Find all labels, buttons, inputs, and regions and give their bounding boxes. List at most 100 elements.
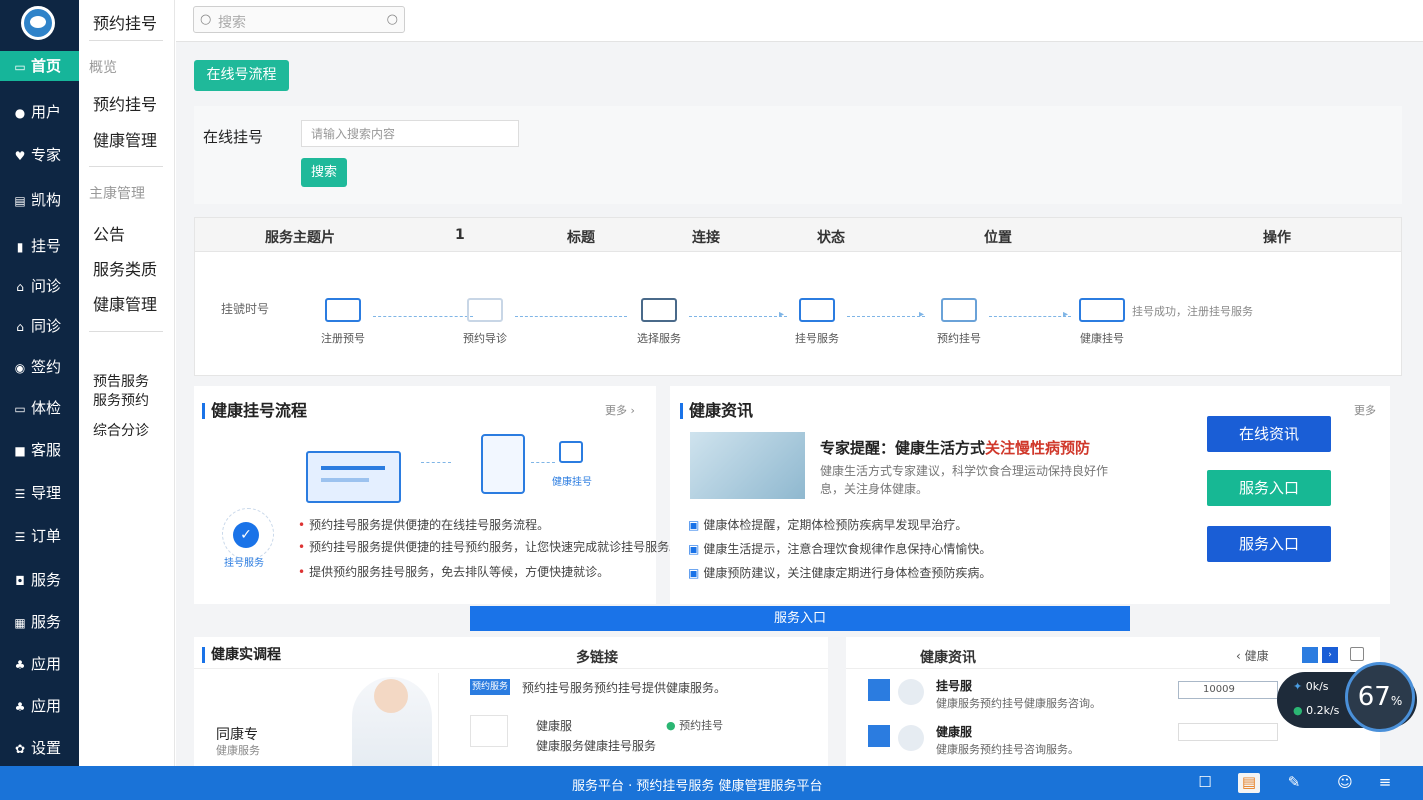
health-news-panel: 健康资讯 更多 专家提醒：健康生活方式关注慢性病预防 健康生活方式专家建议，科学… [670,386,1390,604]
column-title: 多链接 [576,650,618,666]
flow-step: 健康挂号 [1072,298,1132,346]
subnav-item-health-mgmt[interactable]: 健康管理 [93,127,157,151]
next-icon[interactable]: › [1322,647,1338,663]
footer-bar: 服务平台 · 预约挂号服务 健康管理服务平台 ☐ ▤ ✎ ☺ ≡ [0,766,1423,800]
refresh-icon[interactable] [1350,647,1364,661]
sidebar-item-home[interactable]: ▭ 首页 [0,51,79,81]
screen-icon [1079,298,1125,322]
subnav-item-appointment[interactable]: 预约挂号 [93,91,157,115]
sidebar-item-apps-2[interactable]: ♣ 应用 [0,691,79,721]
upload-value: 0k/s [1305,680,1329,693]
chat-icon[interactable]: ☐ [1194,773,1216,793]
app-icon[interactable]: ▤ [1238,773,1260,793]
sidebar-item-orders[interactable]: ☰ 订单 [0,521,79,551]
sidebar-item-institutions[interactable]: ▤ 凯构 [0,185,79,215]
card-icon: ▭ [14,402,26,416]
list-item: ▣ 健康生活提示，注意合理饮食规律作息保持心情愉快。 [688,542,992,556]
service-banner[interactable]: 服务入口 [470,606,1130,631]
more-link[interactable]: 更多 [1354,402,1376,418]
sidebar-item-users[interactable]: ● 用户 [0,97,79,127]
sidebar-item-services[interactable]: ◘ 服务 [0,565,79,595]
value-field-2[interactable] [1178,723,1278,741]
step-label: 预约挂号 [937,332,981,345]
sidebar-item-experts[interactable]: ♥ 专家 [0,140,79,170]
grid-icon[interactable] [1302,647,1318,663]
list-item: • 提供预约服务挂号服务，免去排队等候，方便快捷就诊。 [298,565,610,579]
flow-button[interactable]: 在线号流程 [194,60,289,91]
subnav-item-triage[interactable]: 综合分诊 [93,420,149,440]
gauge-value: 67 [1357,682,1391,712]
chart-icon: ▮ [16,240,24,254]
upload-speed: ✦ 0k/s [1293,680,1329,693]
subnav-item-booking[interactable]: 服务预约 [93,390,149,410]
divider [438,673,439,766]
keyword-input[interactable]: 请输入搜索内容 [301,120,519,147]
heart-icon: ♥ [14,149,26,163]
building-icon: ▤ [14,194,26,208]
search-input[interactable]: ○ 搜索 ○ [193,6,405,33]
sidebar-item-contract[interactable]: ◉ 签约 [0,352,79,382]
flow-step: 预约挂号 [929,298,989,346]
col-header: 服务主题片 [265,230,335,246]
subnav-item-service-types[interactable]: 服务类质 [93,256,157,280]
sidebar-item-apps[interactable]: ♣ 应用 [0,649,79,679]
list-item-text: 健康生活提示，注意合理饮食规律作息保持心情愉快。 [703,542,992,556]
table-header [195,218,1401,252]
col-header: 操作 [1263,230,1291,246]
sidebar-item-same-consult[interactable]: ⌂ 同诊 [0,311,79,341]
network-speed-widget[interactable]: ✦ 0k/s ● 0.2k/s 67% [1277,662,1417,732]
divider [194,668,828,669]
flow-table: 服务主题片 1 标题 连接 状态 位置 操作 挂號时号 注册预号 预约导诊 选择… [194,217,1402,376]
person-icon[interactable]: ☺ [1334,773,1356,793]
online-news-button[interactable]: 在线资讯 [1207,416,1331,452]
headline-highlight: 关注慢性病预防 [985,439,1091,457]
list-item: ▣ 健康体检提醒，定期体检预防疾病早发现早治疗。 [688,518,968,532]
step-label: 选择服务 [637,332,681,345]
thumbnail [470,715,508,747]
sidebar-item-registration[interactable]: ▮ 挂号 [0,231,79,261]
service-entry-button-2[interactable]: 服务入口 [1207,526,1331,562]
subnav-item-notice[interactable]: 公告 [93,221,125,245]
flow-step: 注册预号 [313,298,373,346]
decor [321,478,369,482]
menu-icon[interactable]: ≡ [1378,773,1392,793]
health-course-panel: 健康实调程 多链接 同康专 健康服务 预约服务 预约挂号服务预约挂号提供健康服务… [194,637,828,766]
item-name: 健康服 [936,725,973,739]
list-item-text: 预约挂号服务提供便捷的挂号预约服务，让您快速完成就诊挂号服务。 [309,540,682,554]
list-item-text: 健康体检提醒，定期体检预防疾病早发现早治疗。 [703,518,968,532]
flow-connector [531,462,555,463]
subnav-item-preview[interactable]: 预告服务 [93,371,149,391]
search-button[interactable]: 搜索 [301,158,347,187]
item-text: 健康服务预约挂号咨询服务。 [936,743,1079,756]
section-title: 健康资讯 [680,403,753,419]
more-label: 更多 [605,404,627,417]
item-text: 健康服务预约挂号健康服务咨询。 [936,697,1101,710]
sidebar-item-guide[interactable]: ☰ 导理 [0,478,79,508]
search-icon: ○ [200,12,212,27]
check-icon: ✓ [233,522,259,548]
list-icon: ☰ [14,530,26,544]
sidebar-item-checkup[interactable]: ▭ 体检 [0,393,79,423]
badge-label: 挂号服务 [224,558,264,569]
flow-connector [689,316,787,317]
sidebar-item-settings[interactable]: ✿ 设置 [0,733,79,763]
news-headline[interactable]: 专家提醒：健康生活方式关注慢性病预防 [820,437,1090,458]
sidebar-item-consult[interactable]: ⌂ 问诊 [0,271,79,301]
sidebar-item-service-desk[interactable]: ■ 客服 [0,435,79,465]
register-icon [325,298,361,322]
subnav-item-health-mgmt-2[interactable]: 健康管理 [93,291,157,315]
item-name: 挂号服 [936,679,973,693]
service-entry-button[interactable]: 服务入口 [1207,470,1331,506]
sidebar-item-services-2[interactable]: ▦ 服务 [0,607,79,637]
pen-icon[interactable]: ✎ [1283,773,1305,793]
panel-tab[interactable]: ‹ 健康 [1236,647,1269,664]
value-field[interactable]: 10009 [1178,681,1278,699]
top-bar: ○ 搜索 ○ [176,0,1423,42]
item-icon [868,725,890,747]
more-link[interactable]: 更多 › [605,402,635,418]
search-icon[interactable]: ○ [387,12,398,27]
info-line: 健康服务健康挂号服务 [536,739,657,753]
col-header: 标题 [567,230,595,246]
card-icon [799,298,835,322]
app-logo[interactable] [21,6,55,40]
